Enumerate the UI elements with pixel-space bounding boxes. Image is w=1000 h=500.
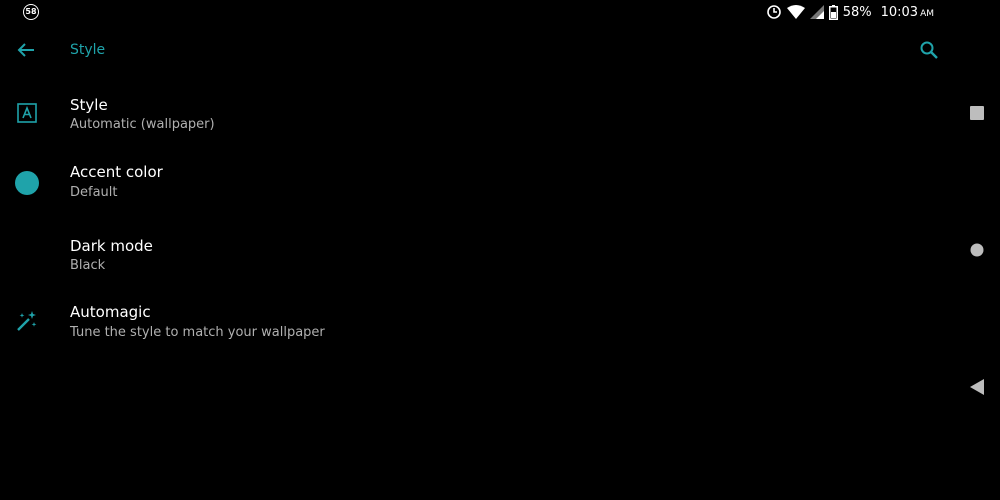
arrow-back-icon (17, 43, 34, 57)
clock-ampm: AM (920, 8, 934, 19)
page-title: Style (70, 42, 106, 58)
setting-title: Dark mode (70, 237, 153, 255)
setting-title: Automagic (70, 303, 151, 321)
recents-square-icon (970, 106, 984, 120)
setting-subtitle: Tune the style to match your wallpaper (70, 325, 325, 340)
setting-subtitle: Automatic (wallpaper) (70, 117, 215, 132)
data-saver-icon (766, 5, 781, 19)
search-icon (920, 41, 938, 59)
style-a-icon (12, 98, 42, 128)
navigation-bar (955, 0, 1000, 500)
settings-list: Style Automatic (wallpaper) Accent color… (0, 84, 955, 361)
setting-subtitle: Default (70, 185, 118, 200)
recents-button[interactable] (965, 101, 989, 125)
back-nav-button[interactable] (965, 375, 989, 399)
wifi-icon (786, 5, 805, 19)
home-button[interactable] (965, 238, 989, 262)
setting-item-automagic[interactable]: Automagic Tune the style to match your w… (0, 291, 955, 361)
status-icons: 58% 10:03 AM (766, 3, 934, 21)
magic-wand-icon (12, 306, 42, 336)
battery-icon (828, 4, 838, 20)
notification-count: 58 (25, 7, 37, 16)
clock-time: 10:03 (880, 4, 919, 20)
setting-title: Style (70, 96, 108, 114)
setting-subtitle: Black (70, 258, 106, 273)
notification-badge-icon: 58 (23, 4, 39, 20)
setting-item-accent-color[interactable]: Accent color Default (0, 151, 955, 221)
cell-signal-icon (809, 5, 824, 19)
app-toolbar: Style (0, 28, 955, 72)
clock: 10:03 AM (881, 5, 934, 20)
back-triangle-icon (970, 379, 984, 395)
battery-percent: 58% (842, 4, 872, 20)
accent-dot-icon (12, 168, 42, 198)
status-bar: 58 58% 10:03 AM (0, 0, 950, 24)
setting-item-dark-mode[interactable]: Dark mode Black (0, 221, 955, 291)
setting-item-style[interactable]: Style Automatic (wallpaper) (0, 84, 955, 151)
back-button[interactable] (12, 36, 40, 64)
home-circle-icon (970, 243, 984, 257)
setting-title: Accent color (70, 163, 163, 181)
search-button[interactable] (915, 36, 943, 64)
